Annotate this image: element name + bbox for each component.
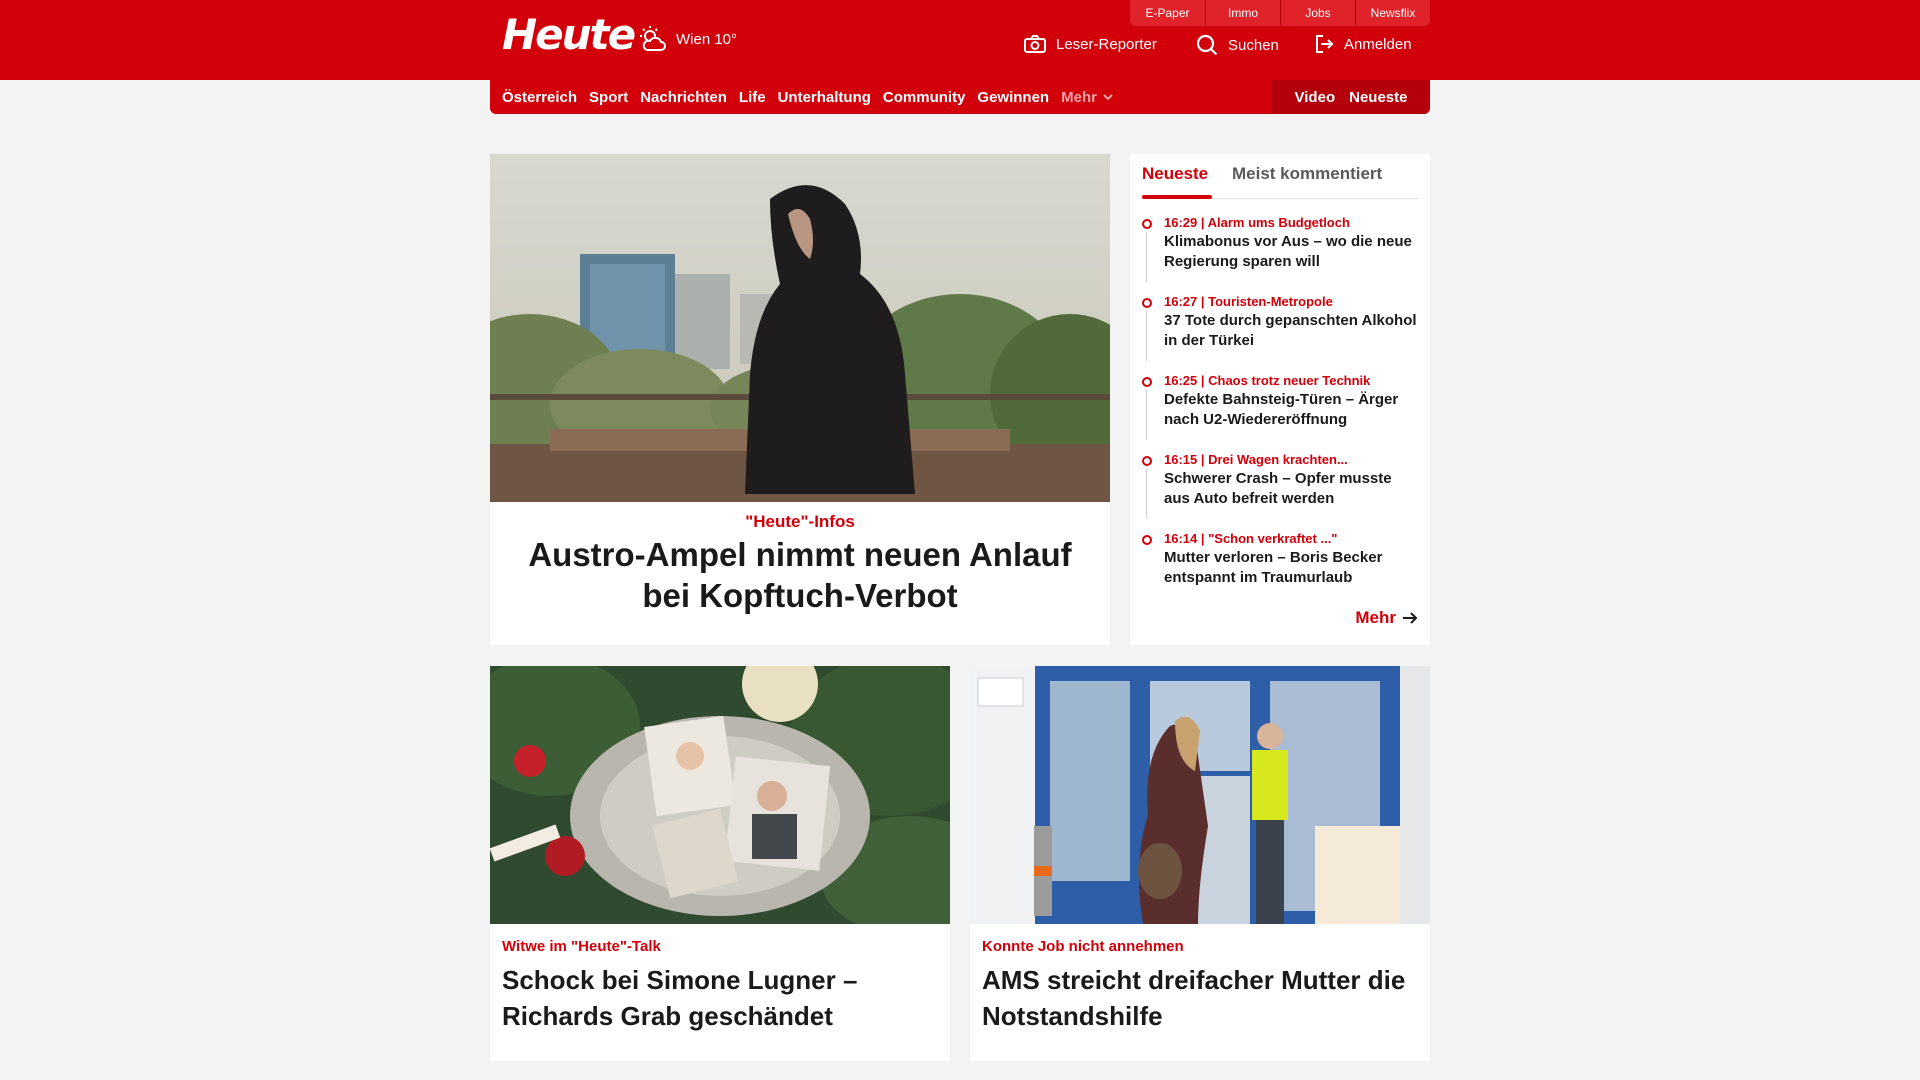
search-label: Suchen bbox=[1228, 36, 1279, 54]
quick-links: E-Paper Immo Jobs Newsflix bbox=[1130, 0, 1430, 26]
hero-article[interactable]: "Heute"-Infos Austro-Ampel nimmt neuen A… bbox=[490, 154, 1110, 645]
timeline-line bbox=[1146, 390, 1147, 440]
login-label: Anmelden bbox=[1344, 35, 1412, 53]
news-title[interactable]: Klimabonus vor Aus – wo die neue Regieru… bbox=[1164, 232, 1418, 272]
timeline-dot bbox=[1142, 535, 1152, 545]
quick-link-immo[interactable]: Immo bbox=[1205, 0, 1280, 26]
timeline-dot bbox=[1142, 298, 1152, 308]
quick-link-epaper[interactable]: E-Paper bbox=[1130, 0, 1205, 26]
nav-item-neueste[interactable]: Neueste bbox=[1349, 89, 1407, 106]
news-meta: 16:14 | "Schon verkraftet ..." bbox=[1164, 531, 1338, 546]
nav-item-unterhaltung[interactable]: Unterhaltung bbox=[778, 89, 871, 106]
nav-right-group: Video Neueste bbox=[1272, 80, 1430, 114]
news-meta: 16:27 | Touristen-Metropole bbox=[1164, 294, 1333, 309]
latest-news-list: 16:29 | Alarm ums Budgetloch Klimabonus … bbox=[1142, 214, 1418, 609]
timeline-line bbox=[1146, 232, 1147, 282]
list-item[interactable]: 16:29 | Alarm ums Budgetloch Klimabonus … bbox=[1142, 214, 1418, 293]
hero-image[interactable] bbox=[490, 154, 1110, 502]
timeline-dot bbox=[1142, 377, 1152, 387]
news-meta: 16:25 | Chaos trotz neuer Technik bbox=[1164, 373, 1371, 388]
quick-link-newsflix[interactable]: Newsflix bbox=[1355, 0, 1430, 26]
tab-neueste[interactable]: Neueste bbox=[1142, 164, 1213, 199]
nav-item-sport[interactable]: Sport bbox=[589, 89, 628, 106]
quick-link-jobs[interactable]: Jobs bbox=[1280, 0, 1355, 26]
news-title[interactable]: 37 Tote durch gepanschten Alkohol in der… bbox=[1164, 311, 1418, 351]
timeline-dot bbox=[1142, 219, 1152, 229]
login-icon bbox=[1316, 35, 1334, 53]
news-title[interactable]: Defekte Bahnsteig-Türen – Ärger nach U2-… bbox=[1164, 390, 1418, 430]
article-image-ams[interactable] bbox=[970, 666, 1430, 924]
card-title[interactable]: AMS streicht dreifacher Mutter die Notst… bbox=[982, 962, 1418, 1034]
partly-cloudy-icon bbox=[640, 26, 666, 51]
news-meta: 16:15 | Drei Wagen krachten... bbox=[1164, 452, 1348, 467]
article-card-ams[interactable]: Konnte Job nicht annehmen AMS streicht d… bbox=[970, 666, 1430, 1061]
chevron-down-icon bbox=[1103, 94, 1113, 101]
latest-tabs: Neueste Meist kommentiert bbox=[1142, 154, 1418, 199]
news-meta: 16:29 | Alarm ums Budgetloch bbox=[1164, 215, 1350, 230]
latest-news-panel: Neueste Meist kommentiert 16:29 | Alarm … bbox=[1130, 154, 1430, 645]
nav-more-dropdown[interactable]: Mehr bbox=[1061, 89, 1115, 106]
timeline-line bbox=[1146, 469, 1147, 519]
leser-reporter-label: Leser-Reporter bbox=[1056, 35, 1157, 53]
login-button[interactable]: Anmelden bbox=[1314, 34, 1412, 54]
nav-more-label: Mehr bbox=[1061, 88, 1097, 106]
leser-reporter-button[interactable]: Leser-Reporter bbox=[1024, 34, 1157, 54]
nav-item-life[interactable]: Life bbox=[739, 89, 766, 106]
nav-item-gewinnen[interactable]: Gewinnen bbox=[977, 89, 1049, 106]
more-news-link[interactable]: Mehr bbox=[1355, 608, 1418, 628]
card-kicker: Konnte Job nicht annehmen bbox=[982, 938, 1184, 955]
hero-kicker: "Heute"-Infos bbox=[745, 512, 855, 531]
site-header: Heute Wien 10° E-Paper Immo Jobs Newsfli… bbox=[0, 0, 1920, 80]
camera-icon bbox=[1024, 35, 1046, 53]
article-card-lugner[interactable]: Witwe im "Heute"-Talk Schock bei Simone … bbox=[490, 666, 950, 1061]
weather-widget[interactable]: Wien 10° bbox=[638, 24, 737, 54]
arrow-right-icon bbox=[1403, 612, 1418, 624]
list-item[interactable]: 16:27 | Touristen-Metropole 37 Tote durc… bbox=[1142, 293, 1418, 372]
tab-meist-kommentiert[interactable]: Meist kommentiert bbox=[1232, 164, 1382, 184]
main-navigation: Österreich Sport Nachrichten Life Unterh… bbox=[490, 80, 1430, 114]
nav-item-oesterreich[interactable]: Österreich bbox=[502, 89, 577, 106]
timeline-dot bbox=[1142, 456, 1152, 466]
search-button[interactable]: Suchen bbox=[1196, 34, 1279, 56]
hero-title[interactable]: Austro-Ampel nimmt neuen Anlauf bei Kopf… bbox=[500, 534, 1100, 616]
article-image-lugner[interactable] bbox=[490, 666, 950, 924]
weather-location: Wien 10° bbox=[676, 30, 738, 48]
list-item[interactable]: 16:25 | Chaos trotz neuer Technik Defekt… bbox=[1142, 372, 1418, 451]
list-item[interactable]: 16:15 | Drei Wagen krachten... Schwerer … bbox=[1142, 451, 1418, 530]
nav-item-nachrichten[interactable]: Nachrichten bbox=[640, 89, 727, 106]
card-title[interactable]: Schock bei Simone Lugner – Richards Grab… bbox=[502, 962, 938, 1034]
search-icon bbox=[1196, 34, 1218, 56]
nav-item-video[interactable]: Video bbox=[1295, 89, 1336, 106]
more-news-label: Mehr bbox=[1355, 608, 1396, 627]
list-item[interactable]: 16:14 | "Schon verkraftet ..." Mutter ve… bbox=[1142, 530, 1418, 609]
news-title[interactable]: Schwerer Crash – Opfer musste aus Auto b… bbox=[1164, 469, 1418, 509]
nav-item-community[interactable]: Community bbox=[883, 89, 966, 106]
card-kicker: Witwe im "Heute"-Talk bbox=[502, 938, 661, 955]
timeline-line bbox=[1146, 311, 1147, 361]
news-title[interactable]: Mutter verloren – Boris Becker entspannt… bbox=[1164, 548, 1418, 588]
heute-logo[interactable]: Heute bbox=[502, 10, 636, 59]
